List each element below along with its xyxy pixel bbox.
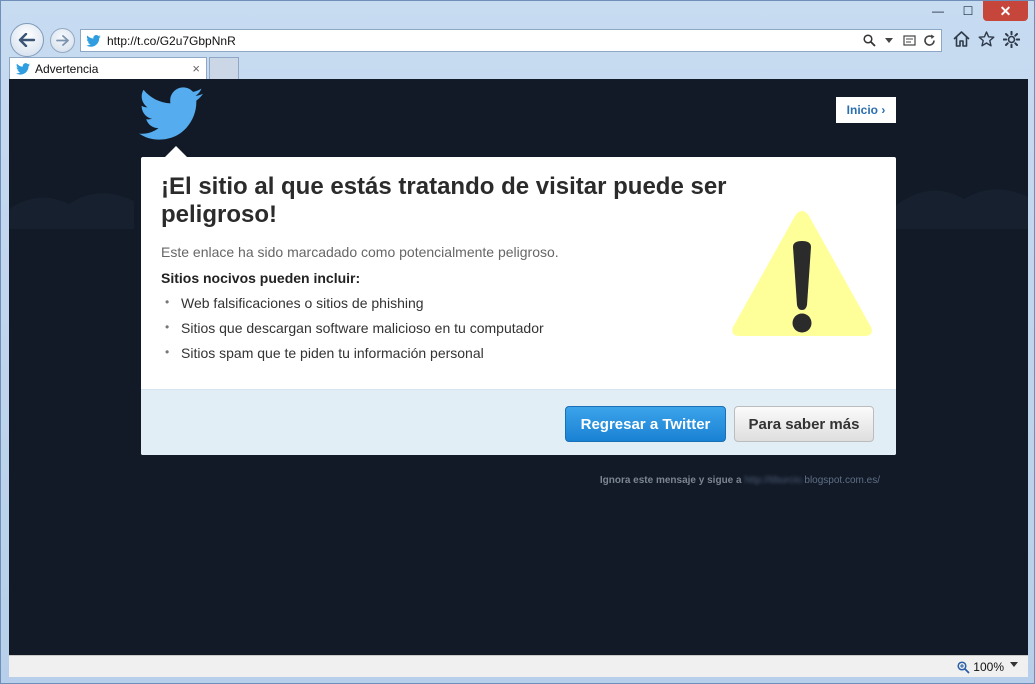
address-tools bbox=[861, 32, 937, 48]
card-footer: Regresar a Twitter Para saber más bbox=[141, 389, 896, 455]
caption-buttons: — ☐ ✕ bbox=[923, 1, 1028, 21]
back-to-twitter-button[interactable]: Regresar a Twitter bbox=[565, 406, 726, 442]
list-item: • Sitios que descargan software malicioso… bbox=[165, 320, 544, 336]
browser-toolbar bbox=[952, 29, 1020, 49]
navigation-bar: http://t.co/G2u7GbpNnR bbox=[9, 23, 1026, 57]
search-icon[interactable] bbox=[861, 32, 877, 48]
page-title: ¡El sitio al que estás tratando de visit… bbox=[161, 173, 727, 228]
maximize-button[interactable]: ☐ bbox=[953, 1, 983, 21]
list-item: • Sitios spam que te piden tu información… bbox=[165, 345, 484, 361]
page-content: Inicio › ¡El sitio al que estás tratando… bbox=[9, 79, 1028, 655]
home-icon[interactable] bbox=[952, 29, 970, 49]
arrow-left-icon bbox=[18, 33, 36, 47]
compatibility-view-icon[interactable] bbox=[901, 32, 917, 48]
address-bar[interactable]: http://t.co/G2u7GbpNnR bbox=[80, 29, 942, 52]
zoom-icon bbox=[957, 660, 970, 674]
zoom-control[interactable]: 100% bbox=[957, 660, 1004, 674]
arrow-right-icon bbox=[56, 35, 69, 46]
forward-button[interactable] bbox=[50, 28, 75, 53]
close-window-button[interactable]: ✕ bbox=[983, 1, 1028, 21]
warning-description: Este enlace ha sido marcadado como poten… bbox=[161, 244, 559, 260]
ignore-message: Ignora este mensaje y sigue a http://tib… bbox=[599, 475, 880, 486]
back-button[interactable] bbox=[10, 23, 44, 57]
home-link[interactable]: Inicio › bbox=[836, 97, 896, 123]
gear-icon[interactable] bbox=[1002, 29, 1020, 49]
twitter-favicon-icon bbox=[85, 33, 101, 49]
status-bar: 100% bbox=[9, 655, 1028, 677]
dropdown-arrow-icon[interactable] bbox=[881, 32, 897, 48]
twitter-tab-icon bbox=[16, 62, 30, 75]
twitter-bird-logo-icon bbox=[139, 87, 203, 140]
favorites-star-icon[interactable] bbox=[977, 29, 995, 49]
tab-strip: Advertencia × bbox=[9, 57, 239, 79]
tab-label: Advertencia bbox=[35, 61, 99, 76]
browser-window: — ☐ ✕ http://t.co/G2u7GbpNnR Advertencia… bbox=[0, 0, 1035, 684]
list-item: • Web falsificaciones o sitios de phishin… bbox=[165, 295, 424, 311]
harmful-sites-list: • Web falsificaciones o sitios de phishin… bbox=[165, 295, 544, 370]
url-text: http://t.co/G2u7GbpNnR bbox=[107, 33, 236, 48]
minimize-button[interactable]: — bbox=[923, 1, 953, 21]
refresh-icon[interactable] bbox=[921, 32, 937, 48]
new-tab-button[interactable] bbox=[209, 57, 239, 79]
learn-more-button[interactable]: Para saber más bbox=[734, 406, 874, 442]
warning-triangle-icon bbox=[732, 211, 872, 336]
tab-close-icon[interactable]: × bbox=[192, 61, 200, 76]
zoom-level: 100% bbox=[973, 660, 1004, 674]
zoom-dropdown-icon[interactable] bbox=[1010, 662, 1018, 667]
continue-link[interactable]: http://tiburcio.blogspot.com.es/ bbox=[744, 475, 880, 486]
warning-card: ¡El sitio al que estás tratando de visit… bbox=[141, 157, 896, 455]
card-pointer bbox=[165, 146, 187, 157]
list-heading: Sitios nocivos pueden incluir: bbox=[161, 270, 361, 286]
tab-advertencia[interactable]: Advertencia × bbox=[9, 57, 207, 79]
